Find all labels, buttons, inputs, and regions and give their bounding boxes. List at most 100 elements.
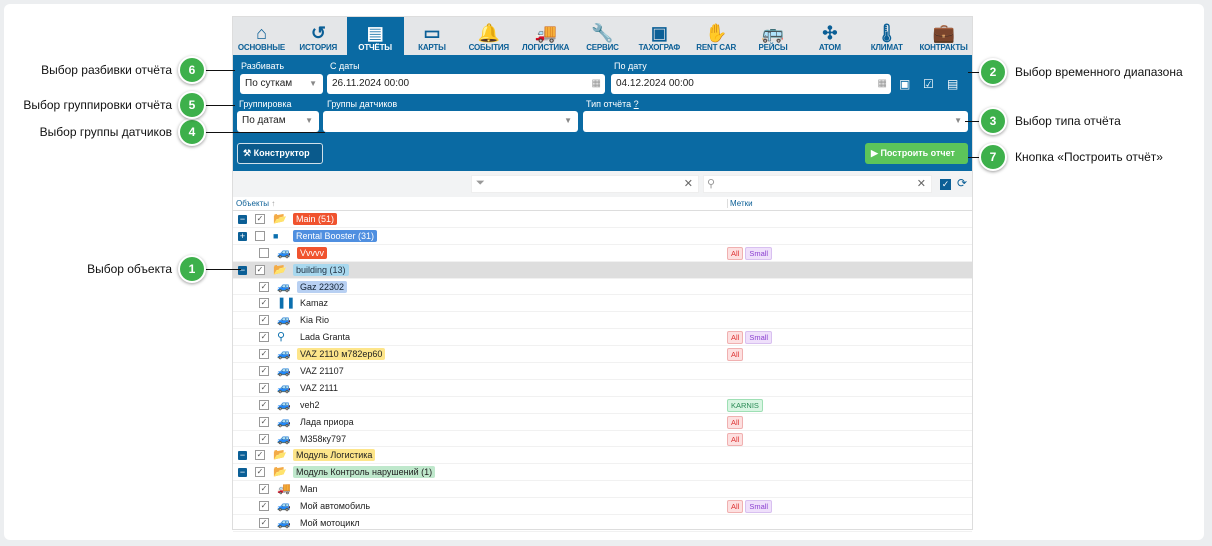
tags: All	[727, 432, 744, 446]
row-checkbox[interactable]: ✓	[259, 518, 269, 529]
calendar-week-icon[interactable]: ▤	[947, 77, 958, 91]
object-name: Модуль Контроль нарушений (1)	[293, 466, 436, 479]
col-objects[interactable]: Объекты ↑	[236, 199, 275, 208]
list-item[interactable]: − ✓ 📂 Main (51)	[233, 211, 972, 228]
row-checkbox[interactable]: ✓	[259, 484, 269, 495]
to-date-input[interactable]: 04.12.2024 00:00 ▦	[611, 74, 891, 94]
search-icon: ⚲	[707, 178, 716, 190]
car-icon: 🚙	[277, 415, 291, 428]
tab-12[interactable]: 💼 КОНТРАКТЫ	[915, 17, 972, 55]
callout-c7: 7	[979, 143, 1007, 171]
list-item[interactable]: ✓ 🚙 Мой автомобиль All Small	[233, 498, 972, 516]
list-item[interactable]: ✓ 🚙 М358ку797 All	[233, 431, 972, 448]
row-checkbox[interactable]: ✓	[259, 433, 269, 444]
tab-10[interactable]: ✣ ATOM	[801, 17, 858, 55]
calendar-check-icon[interactable]: ☑	[923, 77, 934, 91]
tab-11[interactable]: 🌡 КЛИМАТ	[858, 17, 915, 55]
row-checkbox[interactable]	[255, 230, 265, 241]
tab-6[interactable]: 🔧 СЕРВИС	[574, 17, 631, 55]
split-select[interactable]: По суткам ▼	[240, 74, 323, 94]
row-checkbox[interactable]: ✓	[255, 264, 265, 275]
row-checkbox[interactable]: ✓	[259, 399, 269, 410]
list-item[interactable]: ✓ 🚙 VAZ 2110 м782ер60 All	[233, 346, 972, 364]
col-tags: Метки	[727, 199, 753, 208]
list-item[interactable]: − ✓ 📂 building (13)	[233, 261, 972, 279]
row-checkbox[interactable]: ✓	[259, 366, 269, 377]
collapse-icon[interactable]: −	[238, 468, 247, 478]
list-item[interactable]: ✓ 🚙 VAZ 2111	[233, 380, 972, 397]
list-item[interactable]: ✓ 🚙 veh2 KARNIS	[233, 397, 972, 414]
collapse-icon[interactable]: −	[238, 451, 247, 461]
tab-3[interactable]: ▭ КАРТЫ	[404, 17, 461, 55]
list-item[interactable]: ✓ 🚙 Gaz 22302	[233, 279, 972, 296]
tag-badge: Small	[745, 246, 773, 260]
report-type-select[interactable]: ▼	[583, 111, 968, 132]
list-item[interactable]: − ✓ 📂 Модуль Логистика	[233, 447, 972, 465]
list-item[interactable]: ✓ 🚙 Kia Rio	[233, 312, 972, 330]
constructor-button[interactable]: ⚒ Конструктор	[237, 143, 323, 164]
footprints-icon: ❚❚	[277, 297, 296, 310]
row-checkbox[interactable]: ✓	[259, 349, 269, 360]
calendar-icon[interactable]: ▦	[592, 74, 601, 94]
help-link[interactable]: ?	[634, 99, 639, 109]
list-item[interactable]: + ■ Rental Booster (31)	[233, 228, 972, 245]
tab-2[interactable]: ▤ ОТЧЁТЫ	[346, 17, 404, 55]
list-item[interactable]: ✓ ❚❚ Kamaz	[233, 295, 972, 313]
tab-7[interactable]: ▣ ТАХОГРАФ	[631, 17, 688, 55]
refresh-icon[interactable]: ⟳	[957, 176, 967, 190]
object-name: М358ку797	[300, 433, 347, 444]
tab-8[interactable]: ✋ RENT CAR	[688, 17, 745, 55]
tab-5[interactable]: 🚚 ЛОГИСТИКА	[517, 17, 574, 55]
list-item[interactable]: ✓ 🚚 Man	[233, 481, 972, 499]
select-all-checkbox[interactable]: ✓	[940, 179, 951, 190]
home-icon: ⌂	[256, 23, 267, 43]
from-label: С даты	[330, 61, 360, 71]
expand-icon[interactable]: +	[238, 231, 247, 241]
list-item[interactable]: ✓ 🚙 VAZ 21107	[233, 363, 972, 380]
collapse-icon[interactable]: −	[238, 215, 247, 224]
row-checkbox[interactable]: ✓	[259, 332, 269, 343]
calendar-icon[interactable]: ▦	[878, 74, 887, 94]
list-item[interactable]: 🚙 Vvvvv All Small	[233, 245, 972, 262]
reports-app: ⌂ ОСНОВНЫЕ ↺ ИСТОРИЯ ▤ ОТЧЁТЫ ▭ КАРТЫ 🔔 СОБЫТИЯ 🚚 Л…	[232, 16, 973, 532]
row-checkbox[interactable]: ✓	[259, 298, 269, 309]
tag-badge: All	[727, 348, 744, 362]
calendar-today-icon[interactable]: ▣	[899, 77, 910, 91]
row-checkbox[interactable]	[259, 247, 269, 258]
tags: All	[727, 348, 744, 362]
row-checkbox[interactable]: ✓	[259, 382, 269, 393]
tab-0[interactable]: ⌂ ОСНОВНЫЕ	[233, 17, 290, 55]
thermometer-icon: 🌡	[875, 23, 899, 43]
map-pin-icon: ⚲	[277, 331, 286, 344]
search-input[interactable]: ⚲ ✕	[703, 175, 932, 193]
collapse-icon[interactable]: −	[238, 265, 247, 275]
row-checkbox[interactable]: ✓	[259, 416, 269, 427]
object-name: Мой автомобиль	[300, 501, 371, 512]
tab-9[interactable]: 🚌 РЕЙСЫ	[745, 17, 802, 55]
tab-1[interactable]: ↺ ИСТОРИЯ	[290, 17, 347, 55]
list-item[interactable]: ✓ 🚙 Лада приора All	[233, 414, 972, 431]
clear-icon[interactable]: ✕	[684, 177, 693, 190]
objects-toolbar: ⏷ ✕ ⚲ ✕ ✓ ⟳	[233, 171, 972, 197]
group-select[interactable]: По датам ▼	[237, 111, 319, 132]
tab-4[interactable]: 🔔 СОБЫТИЯ	[460, 17, 517, 55]
clear-icon[interactable]: ✕	[917, 177, 926, 190]
car-icon: 🚙	[277, 398, 291, 411]
row-checkbox[interactable]: ✓	[259, 281, 269, 292]
row-checkbox[interactable]: ✓	[255, 467, 265, 478]
callout-line	[205, 269, 241, 270]
filter-input[interactable]: ⏷ ✕	[471, 175, 699, 193]
type-label-text: Тип отчёта	[586, 99, 632, 109]
from-date-input[interactable]: 26.11.2024 00:00 ▦	[327, 74, 605, 94]
list-item[interactable]: − ✓ 📂 Модуль Контроль нарушений (1)	[233, 464, 972, 482]
chevron-down-icon: ▼	[564, 116, 572, 125]
row-checkbox[interactable]: ✓	[255, 450, 265, 461]
object-name: Man	[300, 484, 318, 495]
row-checkbox[interactable]: ✓	[259, 315, 269, 326]
row-checkbox[interactable]: ✓	[259, 501, 269, 512]
sensors-select[interactable]: ▼	[323, 111, 578, 132]
row-checkbox[interactable]: ✓	[255, 214, 265, 224]
list-item[interactable]: ✓ 🚙 Мой мотоцикл	[233, 515, 972, 532]
list-item[interactable]: ✓ ⚲ Lada Granta All Small	[233, 329, 972, 347]
build-report-button[interactable]: ▶ Построить отчет	[865, 143, 968, 164]
